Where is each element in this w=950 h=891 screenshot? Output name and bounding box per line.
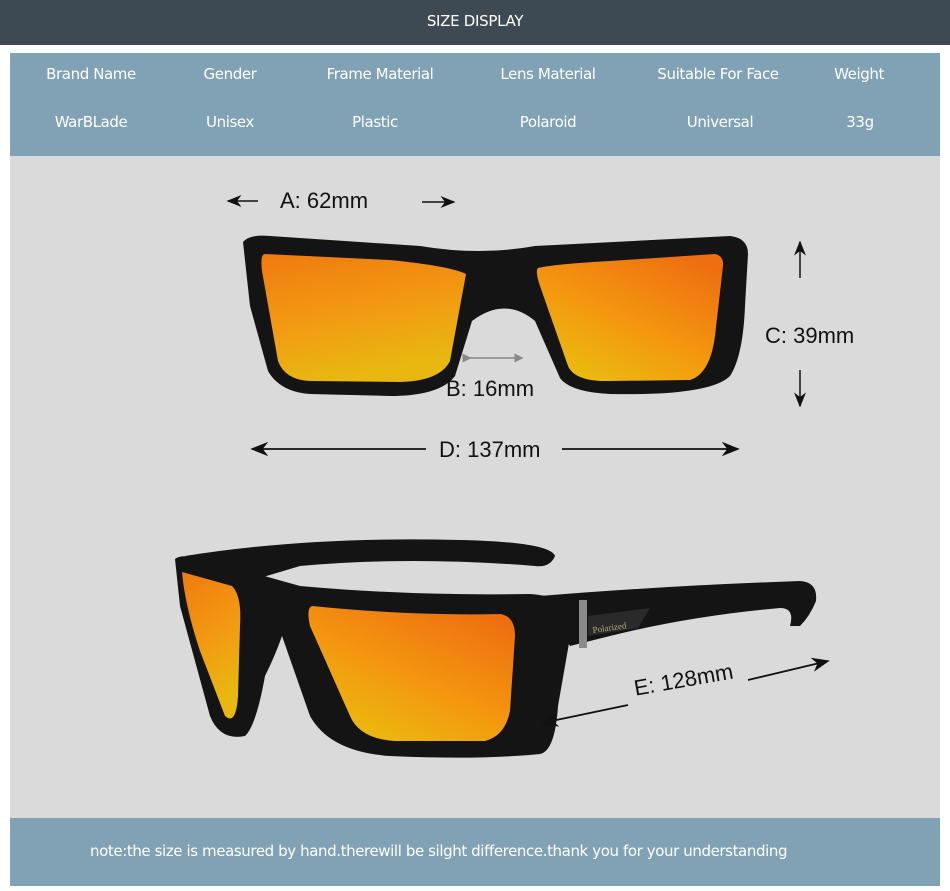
spec-value-row: WarBLade Unisex Plastic Polaroid Univers… <box>10 113 940 143</box>
spec-table: Brand Name Gender Frame Material Lens Ma… <box>10 53 940 156</box>
dim-a-label: A: 62mm <box>280 188 369 213</box>
footer-note: note:the size is measured by hand.therew… <box>90 842 788 860</box>
front-view-glasses <box>243 235 748 396</box>
product-illustration: Polarized <box>175 195 830 758</box>
spec-value-weight: 33g <box>846 113 874 131</box>
product-image-area: Polarized A: 62mm B: 16mm C: 39mm D: 137… <box>10 156 940 818</box>
spec-header-gender: Gender <box>203 65 257 83</box>
dim-e-right-arrow <box>747 657 830 681</box>
hinge-plate <box>579 600 587 648</box>
spec-header-weight: Weight <box>834 65 884 83</box>
page-header: SIZE DISPLAY <box>0 0 950 45</box>
spec-value-lens: Polaroid <box>519 113 577 131</box>
side-view-glasses: Polarized <box>175 539 817 758</box>
spec-header-face: Suitable For Face <box>657 65 779 83</box>
dim-b-label: B: 16mm <box>446 376 535 401</box>
footer-note-bar: note:the size is measured by hand.therew… <box>10 818 940 886</box>
spec-header-row: Brand Name Gender Frame Material Lens Ma… <box>10 65 940 95</box>
spec-header-frame: Frame Material <box>326 65 434 83</box>
spec-value-frame: Plastic <box>352 113 398 131</box>
spec-value-gender: Unisex <box>206 113 254 131</box>
left-lens <box>261 254 466 382</box>
header-title: SIZE DISPLAY <box>426 12 524 30</box>
dim-d-label: D: 137mm <box>439 437 541 462</box>
dim-c-label: C: 39mm <box>765 323 855 348</box>
spec-header-lens: Lens Material <box>500 65 596 83</box>
spec-header-brand: Brand Name <box>46 65 136 83</box>
spec-value-face: Universal <box>686 113 754 131</box>
spec-value-brand: WarBLade <box>54 113 128 131</box>
